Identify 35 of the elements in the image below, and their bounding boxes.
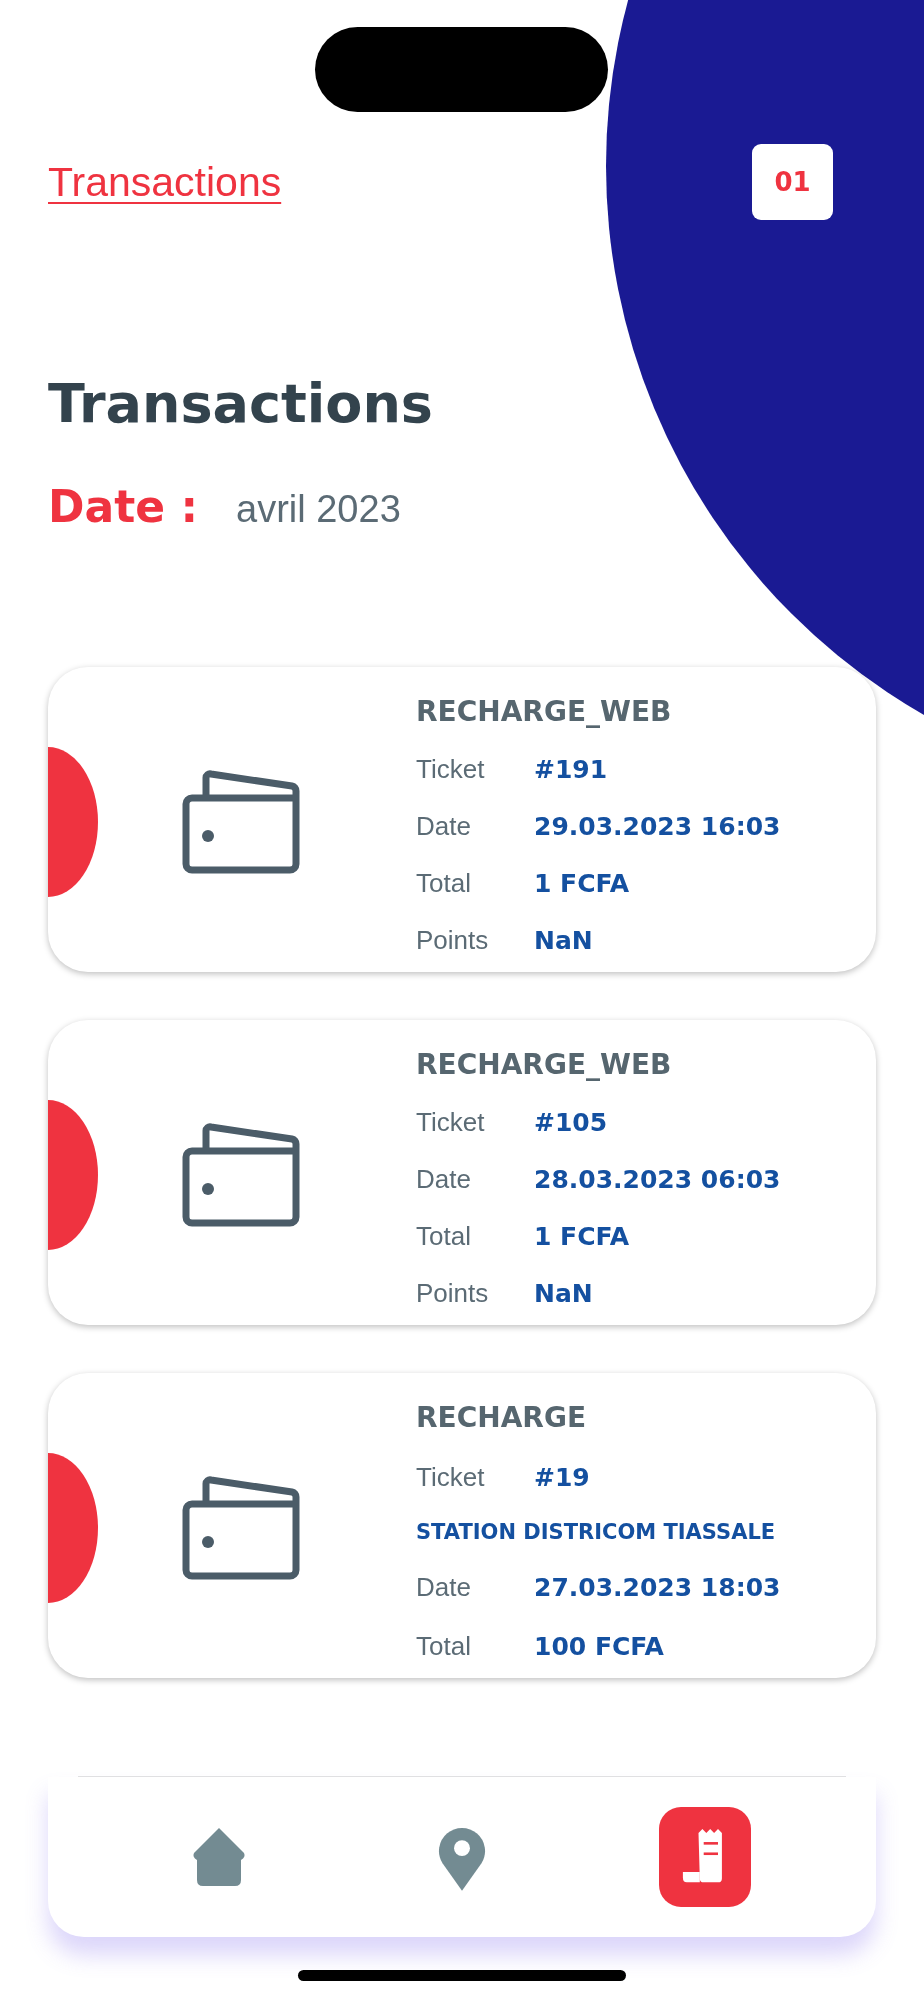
field-value: 28.03.2023 06:03 [534,1164,781,1194]
field-value: NaN [534,925,593,955]
field-value: 29.03.2023 16:03 [534,811,781,841]
field-value: 1 FCFA [534,868,630,898]
transaction-type: RECHARGE_WEB [416,694,673,728]
field-label: Date [416,810,472,842]
field-value: #19 [534,1462,590,1492]
field-label: Date [416,1572,472,1604]
field-label: Points [416,1277,490,1309]
nav-tab[interactable] [658,1806,751,1907]
field-value: NaN [534,1278,593,1308]
field-label: Ticket [416,1106,486,1138]
transaction-card[interactable]: RECHARGE_WEB Ticket #105 Date 28.03.2023 06:03 Total 1 FCFA Points NaN [48,1019,876,1325]
page-title: Transactions [48,372,434,437]
transaction-card[interactable]: RECHARGE_WEB Ticket #191 Date 29.03.2023 16:03 Total 1 FCFA Points NaN [48,666,876,972]
transaction-type: RECHARGE_WEB [416,1047,673,1081]
field-label: Ticket [416,1461,486,1493]
field-label: Total [416,867,472,899]
field-label: Points [416,924,490,956]
calendar-button[interactable]: 01 [752,144,833,220]
station-name: STATION DISTRICOM TIASSALE [416,1520,777,1545]
field-value: 27.03.2023 18:03 [534,1573,781,1603]
field-value: #191 [534,754,608,784]
date-label: Date : [48,480,199,532]
transaction-type: RECHARGE [416,1400,587,1434]
field-value: #105 [534,1107,608,1137]
field-value: 1 FCFA [534,1221,630,1251]
transactions-link[interactable]: Transactions [48,158,282,206]
date-value: avril 2023 [236,487,401,531]
field-value: 100 FCFA [534,1631,664,1661]
field-label: Total [416,1220,472,1252]
field-label: Date [416,1163,472,1195]
field-label: Total [416,1630,472,1662]
transaction-card[interactable]: RECHARGE Ticket #19 STATION DISTRICOM TIASSALE Date 27.03.2023 18:03 Total 100 FCFA [48,1372,876,1678]
field-label: Ticket [416,753,486,785]
